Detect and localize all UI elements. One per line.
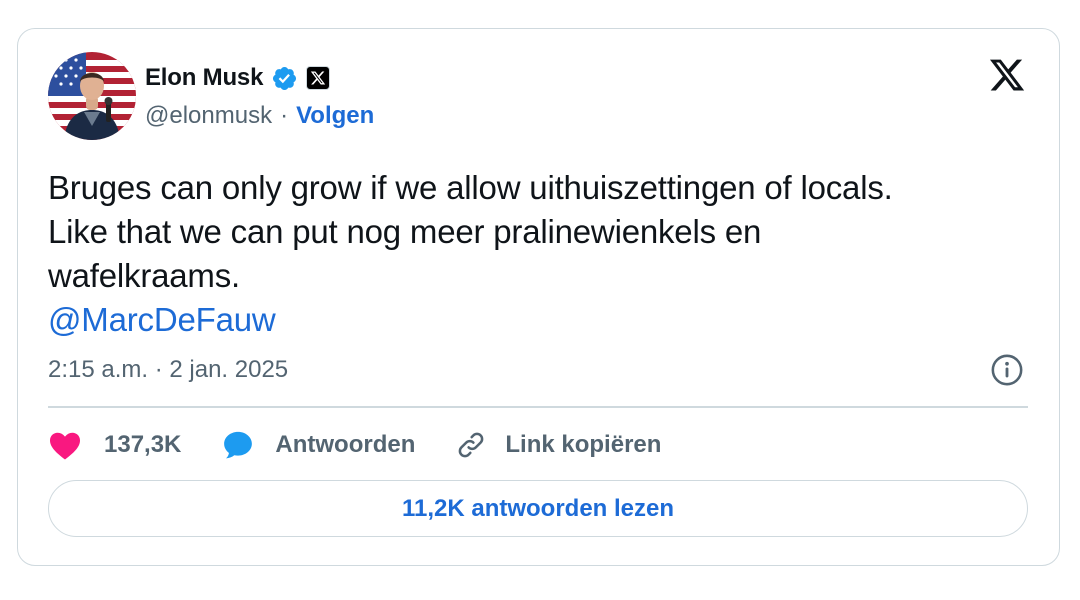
read-replies-button[interactable]: 11,2K antwoorden lezen [48, 480, 1028, 537]
tweet-line: Bruges can only grow if we allow uithuis… [48, 169, 893, 206]
heart-icon [50, 432, 80, 460]
info-icon[interactable] [990, 353, 1024, 387]
reply-button[interactable]: Antwoorden [221, 429, 415, 461]
avatar-image [48, 52, 136, 140]
tweet-line: Like that we can put nog meer pralinewie… [48, 213, 762, 250]
follow-button[interactable]: Volgen [296, 102, 374, 130]
reply-label: Antwoorden [275, 431, 416, 458]
x-affiliate-badge-icon[interactable] [306, 66, 331, 90]
x-logo-icon[interactable] [987, 56, 1027, 94]
author-name[interactable]: Elon Musk [145, 64, 263, 92]
copy-link-label: Link kopiëren [505, 431, 662, 458]
like-button[interactable]: 137,3K [48, 430, 181, 460]
separator-dot: · [280, 102, 289, 129]
action-bar: 137,3K Antwoorden Link kopiëren [48, 424, 701, 466]
link-icon [459, 432, 484, 458]
copy-link-button[interactable]: Link kopiëren [455, 429, 661, 461]
reply-bubble-icon [224, 431, 253, 459]
handle-row: @elonmusk · Volgen [145, 101, 374, 131]
divider [48, 406, 1028, 408]
author-handle[interactable]: @elonmusk [145, 102, 272, 130]
mention-link[interactable]: @MarcDeFauw [48, 298, 1028, 342]
like-count: 137,3K [104, 431, 182, 458]
verified-badge-icon[interactable] [271, 65, 298, 92]
author-row: Elon Musk [145, 62, 331, 94]
read-replies-label: 11,2K antwoorden lezen [401, 494, 675, 522]
tweet-line: wafelkraams. [48, 257, 240, 294]
avatar[interactable] [48, 52, 136, 140]
x-affiliate-glyph [311, 71, 326, 85]
tweet-text: Bruges can only grow if we allow uithuis… [48, 166, 1028, 342]
tweet-timestamp[interactable]: 2:15 a.m. · 2 jan. 2025 [48, 354, 288, 386]
